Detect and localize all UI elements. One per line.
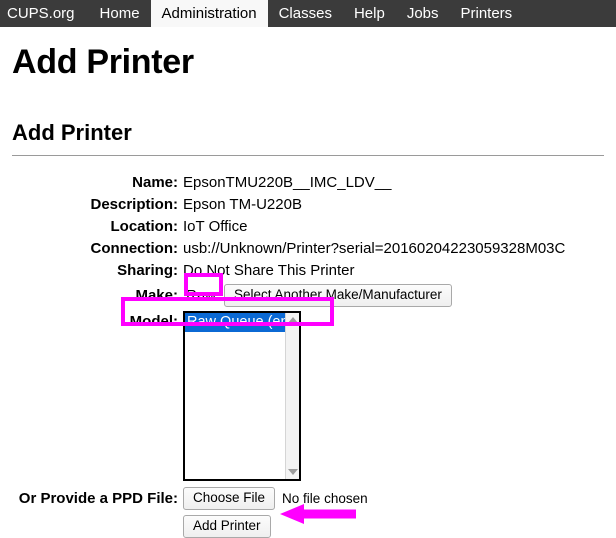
connection-value: usb://Unknown/Printer?serial=20160204223… [183, 240, 566, 258]
location-value: IoT Office [183, 218, 248, 236]
row-make: Make: Raw Select Another Make/Manufactur… [12, 284, 604, 308]
nav-item-home[interactable]: Home [89, 0, 151, 27]
nav-item-help[interactable]: Help [343, 0, 396, 27]
nav-item-printers[interactable]: Printers [450, 0, 524, 27]
row-submit: Add Printer [12, 515, 604, 538]
connection-label: Connection: [90, 240, 179, 258]
model-listbox-options: Raw Queue (en) [185, 313, 299, 479]
name-label: Name: [132, 174, 178, 192]
add-printer-button[interactable]: Add Printer [183, 515, 271, 538]
select-another-make-button[interactable]: Select Another Make/Manufacturer [224, 284, 452, 308]
nav-item-jobs[interactable]: Jobs [396, 0, 450, 27]
section-title: Add Printer [12, 120, 132, 146]
no-file-chosen-text: No file chosen [282, 491, 368, 507]
scroll-up-arrow-icon[interactable] [287, 317, 298, 324]
make-label: Make: [135, 287, 178, 305]
model-label: Model: [129, 313, 178, 331]
description-label: Description: [90, 196, 178, 214]
page-content: Add Printer Add Printer Name: EpsonTMU22… [0, 43, 616, 538]
row-name: Name: EpsonTMU220B__IMC_LDV__ [12, 172, 604, 193]
row-model: Model: Raw Queue (en) [12, 311, 604, 482]
page-title: Add Printer [12, 43, 194, 81]
model-listbox-scrollbar[interactable] [285, 313, 299, 480]
name-value: EpsonTMU220B__IMC_LDV__ [183, 174, 392, 192]
model-listbox[interactable]: Raw Queue (en) [183, 311, 301, 482]
scroll-down-arrow-icon[interactable] [287, 469, 298, 476]
nav-item-administration[interactable]: Administration [150, 0, 268, 27]
row-ppd-file: Or Provide a PPD File: Choose File No fi… [12, 487, 604, 511]
location-label: Location: [110, 218, 179, 236]
choose-file-button[interactable]: Choose File [183, 487, 276, 511]
make-value: Raw [186, 287, 217, 305]
nav-item-cups-org[interactable]: CUPS.org [0, 0, 89, 27]
model-option-selected[interactable]: Raw Queue (en) [185, 313, 299, 333]
add-printer-form: Name: EpsonTMU220B__IMC_LDV__ Descriptio… [12, 172, 604, 538]
row-sharing: Sharing: Do Not Share This Printer [12, 260, 604, 281]
nav-item-classes[interactable]: Classes [268, 0, 343, 27]
description-value: Epson TM-U220B [183, 196, 302, 214]
top-navigation-bar: CUPS.org Home Administration Classes Hel… [0, 0, 616, 27]
sharing-value: Do Not Share This Printer [183, 262, 355, 280]
row-connection: Connection: usb://Unknown/Printer?serial… [12, 238, 604, 259]
ppd-file-label: Or Provide a PPD File: [18, 490, 178, 508]
row-description: Description: Epson TM-U220B [12, 194, 604, 215]
sharing-label: Sharing: [117, 262, 178, 280]
row-location: Location: IoT Office [12, 216, 604, 237]
section-divider [12, 155, 604, 157]
